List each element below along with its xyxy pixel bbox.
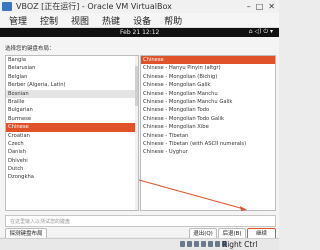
menu-hotkey[interactable]: 热键 <box>102 14 120 27</box>
list-item[interactable]: Dutch <box>6 165 138 173</box>
list-item[interactable]: Chinese - Mongolian Manchu Galik <box>141 98 275 106</box>
disk-icon[interactable] <box>180 241 185 247</box>
list-item[interactable]: Dzongkha <box>6 173 138 181</box>
list-item[interactable]: Belgian <box>6 73 138 81</box>
layout-list[interactable]: Bangla Belarusian Belgian Berber (Algeri… <box>5 55 139 211</box>
list-item[interactable]: Chinese - Mongolian Xibe <box>141 123 275 131</box>
shared-folder-icon[interactable] <box>208 241 213 247</box>
minimize-button[interactable]: – <box>247 2 251 11</box>
maximize-button[interactable]: □ <box>256 2 264 11</box>
list-item[interactable]: Chinese - Tibetan <box>141 132 275 140</box>
list-item[interactable]: Chinese - Mongolian Todo <box>141 106 275 114</box>
keyboard-layout-dialog: 选择您的键盘布局： Bangla Belarusian Belgian Berb… <box>0 37 279 240</box>
virtualbox-icon <box>2 2 12 11</box>
list-item[interactable]: Danish <box>6 148 138 156</box>
usb-icon[interactable] <box>194 241 199 247</box>
window-title: VBOZ [正在运行] - Oracle VM VirtualBox <box>16 2 172 11</box>
status-icons <box>180 241 227 247</box>
list-item[interactable]: Chinese - Mongolian Galik <box>141 81 275 89</box>
cd-icon[interactable] <box>187 241 192 247</box>
keyboard-test-placeholder: 在这里输入以测试您的键盘 <box>10 218 71 225</box>
keyboard-test-input[interactable]: 在这里输入以测试您的键盘 <box>5 215 276 227</box>
list-item[interactable]: Burmese <box>6 115 138 123</box>
menu-devices[interactable]: 设备 <box>133 14 151 27</box>
close-button[interactable]: ✕ <box>268 2 275 11</box>
list-item[interactable]: Berber (Algeria, Latin) <box>6 81 138 89</box>
list-item[interactable]: Croatian <box>6 132 138 140</box>
list-item[interactable]: Chinese - Mongolian Todo Galik <box>141 115 275 123</box>
menu-manage[interactable]: 管理 <box>9 14 27 27</box>
layout-prompt: 选择您的键盘布局： <box>5 46 55 52</box>
list-item-selected[interactable]: Chinese <box>141 56 275 65</box>
scrollbar[interactable] <box>135 56 138 210</box>
clock[interactable]: Feb 21 12:12 <box>120 29 159 36</box>
list-item[interactable]: Chinese - Mongolian (Bichig) <box>141 73 275 81</box>
list-item[interactable]: Bangla <box>6 56 138 64</box>
menu-control[interactable]: 控制 <box>40 14 58 27</box>
system-tray-icons[interactable]: ⌂ ◁) ⏻ ▾ <box>249 28 273 36</box>
list-item[interactable]: Chinese - Tibetan (with ASCII numerals) <box>141 140 275 148</box>
network-icon[interactable] <box>201 241 206 247</box>
host-key-label: Right Ctrl <box>222 240 258 249</box>
vm-statusbar: Right Ctrl <box>0 238 279 250</box>
list-item-selected[interactable]: Chinese <box>6 123 138 132</box>
menu-help[interactable]: 帮助 <box>164 14 182 27</box>
list-item[interactable]: Chinese - Mongolian Manchu <box>141 90 275 98</box>
list-item[interactable]: Bosnian <box>6 89 138 98</box>
guest-top-bar: Feb 21 12:12 ⌂ ◁) ⏻ ▾ <box>0 28 279 37</box>
list-item[interactable]: Chinese - Hanyu Pinyin (altgr) <box>141 64 275 72</box>
display-icon[interactable] <box>215 241 220 247</box>
scrollbar-thumb[interactable] <box>135 66 138 106</box>
list-item[interactable]: Czech <box>6 140 138 148</box>
variant-list[interactable]: Chinese Chinese - Hanyu Pinyin (altgr) C… <box>140 55 276 211</box>
window-titlebar: VBOZ [正在运行] - Oracle VM VirtualBox – □ ✕ <box>0 0 279 13</box>
menu-view[interactable]: 视图 <box>71 14 89 27</box>
list-item[interactable]: Chinese - Uyghur <box>141 148 275 156</box>
list-item[interactable]: Bulgarian <box>6 106 138 114</box>
menu-bar: 管理 控制 视图 热键 设备 帮助 <box>0 13 279 28</box>
list-item[interactable]: Belarusian <box>6 64 138 72</box>
list-item[interactable]: Braille <box>6 98 138 106</box>
list-item[interactable]: Dhivehi <box>6 157 138 165</box>
